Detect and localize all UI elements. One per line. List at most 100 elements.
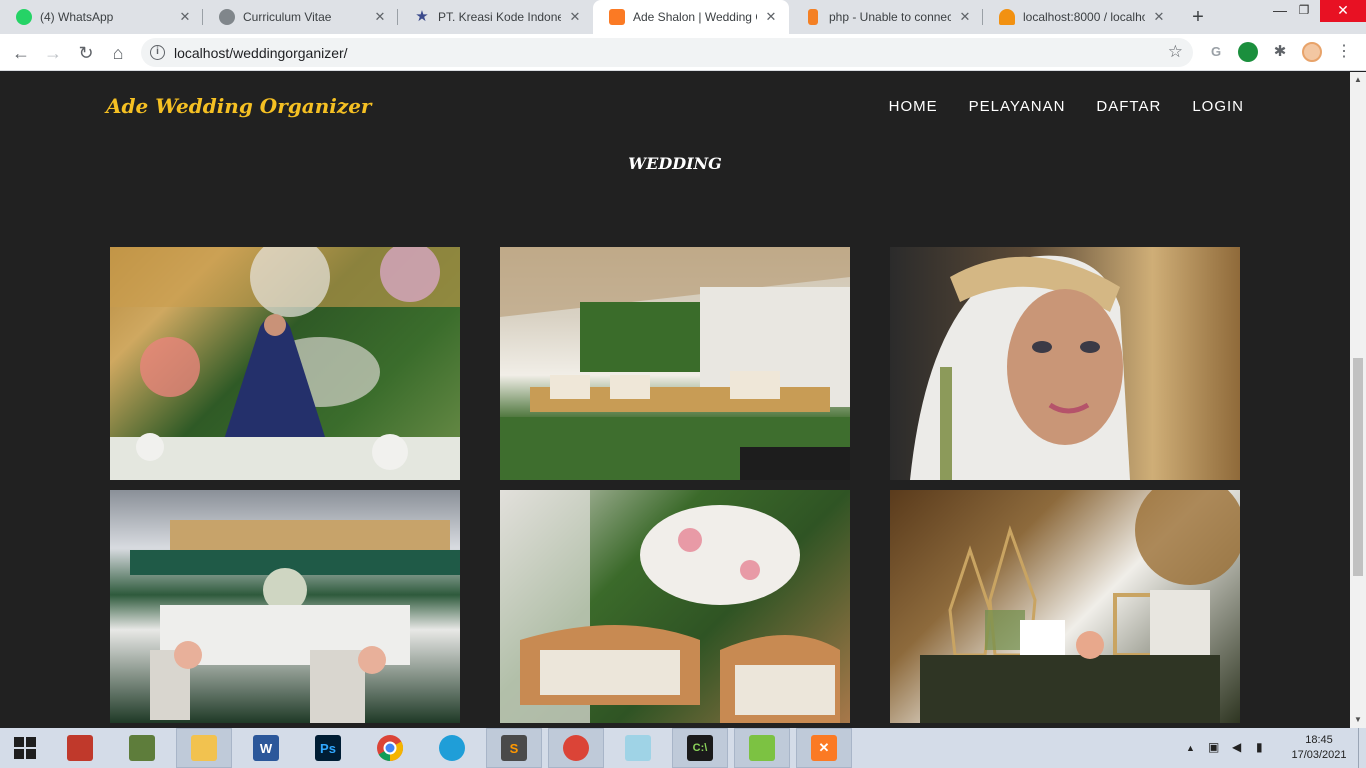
photoshop-icon: Ps xyxy=(315,735,341,761)
browser-tab-strip: (4) WhatsApp ✕ Curriculum Vitae ✕ ★ PT. … xyxy=(0,0,1366,34)
notepad-icon xyxy=(625,735,651,761)
taskbar-terminal[interactable]: C:\ xyxy=(672,728,728,768)
nav-home[interactable]: HOME xyxy=(889,98,938,115)
back-button[interactable]: ← xyxy=(8,40,34,66)
photo-decorated-stage xyxy=(500,247,850,480)
whatsapp-icon xyxy=(16,9,32,25)
taskbar-clock[interactable]: 18:45 17/03/2021 xyxy=(1288,733,1350,763)
close-icon[interactable]: ✕ xyxy=(177,9,193,25)
chrome-profile-icon xyxy=(563,735,589,761)
tab-title: (4) WhatsApp xyxy=(40,10,114,24)
xampp-icon xyxy=(609,9,625,25)
taskbar-notebook[interactable] xyxy=(114,728,170,768)
site-nav: HOME PELAYANAN DAFTAR LOGIN xyxy=(889,98,1244,115)
home-button[interactable]: ⌂ xyxy=(105,40,131,66)
start-icon xyxy=(14,737,36,759)
nav-daftar[interactable]: DAFTAR xyxy=(1096,98,1161,115)
clock-time: 18:45 xyxy=(1305,734,1333,746)
photo-bride-portrait xyxy=(910,255,1130,480)
page-scrollbar[interactable]: ▲ ▼ xyxy=(1350,72,1366,728)
xampp-icon: ✕ xyxy=(811,735,837,761)
info-icon[interactable]: i xyxy=(150,45,165,60)
clock-date: 17/03/2021 xyxy=(1291,749,1347,761)
browser-toolbar: ← → ↻ ⌂ i localhost/weddingorganizer/ ☆ … xyxy=(0,34,1366,71)
tab-ade-shalon[interactable]: Ade Shalon | Wedding O ✕ xyxy=(593,0,789,34)
new-tab-button[interactable]: + xyxy=(1186,6,1210,28)
phpmyadmin-icon xyxy=(999,9,1015,25)
close-icon[interactable]: ✕ xyxy=(1151,9,1167,25)
taskbar-notepad[interactable] xyxy=(610,728,666,768)
close-icon[interactable]: ✕ xyxy=(763,9,779,25)
forward-button[interactable]: → xyxy=(40,40,66,66)
scroll-down-arrow-icon[interactable]: ▼ xyxy=(1350,712,1366,728)
close-icon[interactable]: ✕ xyxy=(567,9,583,25)
file-explorer-icon xyxy=(191,735,217,761)
photo-floral-sofa xyxy=(500,490,840,723)
tray-chevron-icon[interactable]: ▲ xyxy=(1186,743,1195,753)
network-icon[interactable]: ▣ xyxy=(1208,740,1219,754)
stackoverflow-icon xyxy=(808,9,818,25)
gallery-photo-1[interactable] xyxy=(110,247,460,480)
close-icon[interactable]: ✕ xyxy=(372,9,388,25)
photo-bride-blue-gown xyxy=(110,247,460,480)
tab-title: localhost:8000 / localhost xyxy=(1023,10,1145,24)
volume-icon[interactable]: ◀ xyxy=(1232,740,1241,754)
taskbar-xampp[interactable]: ✕ xyxy=(796,728,852,768)
terminal-icon: C:\ xyxy=(687,735,713,761)
address-bar[interactable]: i localhost/weddingorganizer/ ☆ xyxy=(141,38,1193,67)
edge-icon xyxy=(439,735,465,761)
web-page: Ade Wedding Organizer HOME PELAYANAN DAF… xyxy=(0,72,1350,727)
site-brand[interactable]: Ade Wedding Organizer xyxy=(106,94,371,118)
taskbar-book[interactable] xyxy=(52,728,108,768)
photo-reception-table xyxy=(130,520,460,723)
scroll-up-arrow-icon[interactable]: ▲ xyxy=(1350,72,1366,88)
show-desktop-button[interactable] xyxy=(1358,728,1366,768)
google-icon[interactable]: G xyxy=(1206,42,1226,62)
extensions-puzzle-icon[interactable]: ✱ xyxy=(1270,42,1290,62)
gallery-photo-6[interactable] xyxy=(890,490,1240,723)
notebook-icon xyxy=(129,735,155,761)
sublime-text-icon: S xyxy=(501,735,527,761)
taskbar-word[interactable]: W xyxy=(238,728,294,768)
tab-title: php - Unable to connect xyxy=(829,10,951,24)
menu-dots-icon[interactable]: ⋮ xyxy=(1334,42,1354,62)
taskbar-inkscape[interactable] xyxy=(734,728,790,768)
close-icon[interactable]: ✕ xyxy=(957,9,973,25)
url-text[interactable]: localhost/weddingorganizer/ xyxy=(174,45,348,61)
taskbar-sublime-text[interactable]: S xyxy=(486,728,542,768)
restore-button[interactable]: ❐ xyxy=(1286,0,1322,22)
nav-login[interactable]: LOGIN xyxy=(1192,98,1244,115)
extension-globe-icon[interactable] xyxy=(1238,42,1258,62)
taskbar-photoshop[interactable]: Ps xyxy=(300,728,356,768)
gallery-photo-5[interactable] xyxy=(500,490,850,723)
gallery-photo-3[interactable] xyxy=(890,247,1240,480)
tab-title: PT. Kreasi Kode Indonesi xyxy=(438,10,561,24)
bookmark-star-icon[interactable]: ☆ xyxy=(1168,42,1183,62)
taskbar-file-explorer[interactable] xyxy=(176,728,232,768)
reload-button[interactable]: ↻ xyxy=(73,40,99,66)
taskbar-chrome[interactable] xyxy=(362,728,418,768)
close-window-button[interactable]: ✕ xyxy=(1320,0,1366,22)
gallery-photo-4[interactable] xyxy=(110,490,460,723)
battery-icon[interactable]: ▮ xyxy=(1256,740,1263,754)
taskbar-edge[interactable] xyxy=(424,728,480,768)
tab-kreasi-kode[interactable]: ★ PT. Kreasi Kode Indonesi ✕ xyxy=(398,0,593,34)
profile-avatar-icon[interactable] xyxy=(1302,42,1322,62)
photo-gold-lantern-decor xyxy=(920,490,1240,723)
gallery-photo-2[interactable] xyxy=(500,247,850,480)
star-icon: ★ xyxy=(415,8,429,25)
scroll-thumb[interactable] xyxy=(1353,358,1363,576)
windows-taskbar: W Ps S C:\ ✕ ▲ ▣ ◀ ▮ 18:45 17/03/2021 xyxy=(0,728,1366,768)
word-icon: W xyxy=(253,735,279,761)
nav-pelayanan[interactable]: PELAYANAN xyxy=(969,98,1066,115)
chrome-icon xyxy=(377,735,404,762)
tab-php-stackoverflow[interactable]: php - Unable to connect ✕ xyxy=(789,0,983,34)
globe-icon xyxy=(219,9,235,25)
start-button[interactable] xyxy=(0,728,50,768)
taskbar-chrome-profile[interactable] xyxy=(548,728,604,768)
tab-curriculum-vitae[interactable]: Curriculum Vitae ✕ xyxy=(203,0,398,34)
tab-phpmyadmin[interactable]: localhost:8000 / localhost ✕ xyxy=(983,0,1177,34)
tab-title: Ade Shalon | Wedding O xyxy=(633,10,757,24)
tab-whatsapp[interactable]: (4) WhatsApp ✕ xyxy=(0,0,203,34)
section-title: WEDDING xyxy=(628,154,722,173)
